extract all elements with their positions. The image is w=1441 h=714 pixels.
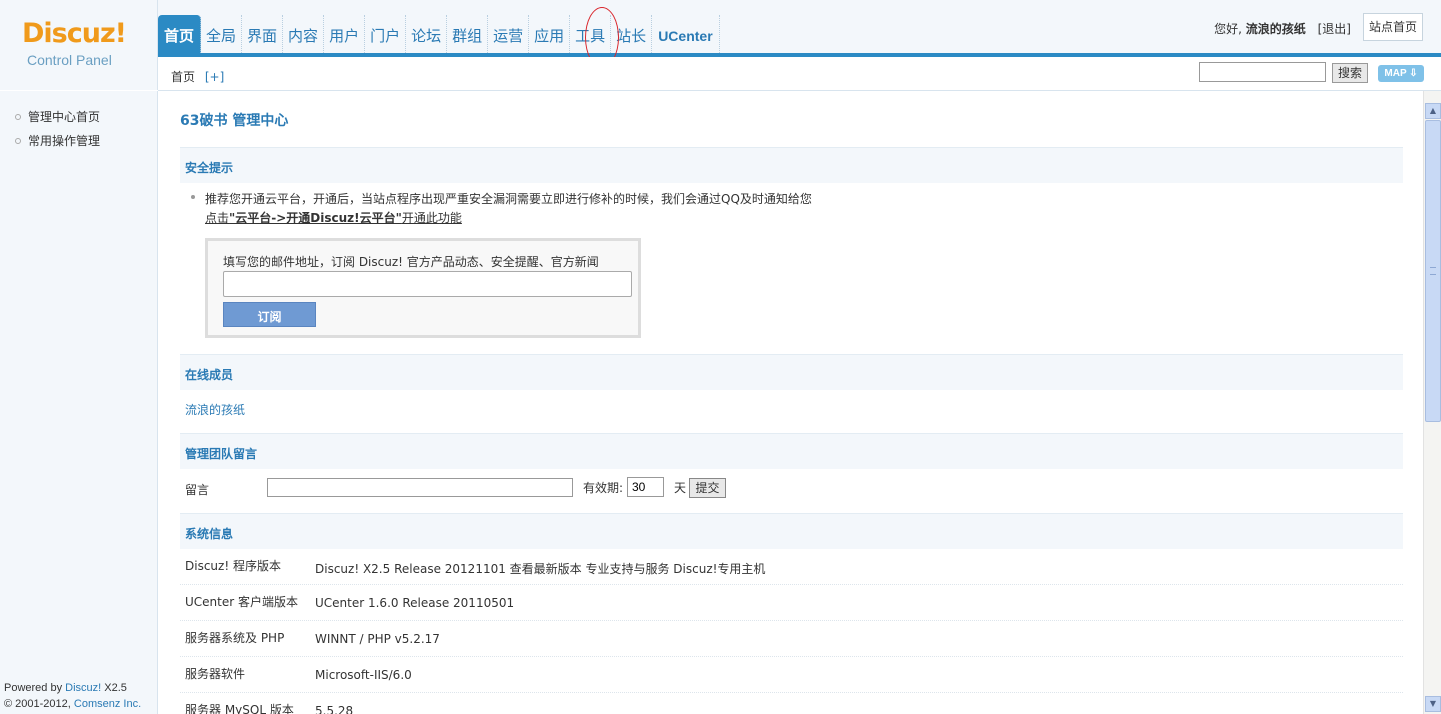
nav-tab-forum[interactable]: 论坛 <box>406 15 448 53</box>
sidebar: 管理中心首页 常用操作管理 Powered by Discuz! X2.5 © … <box>0 91 158 714</box>
scroll-thumb[interactable] <box>1425 120 1441 422</box>
info-key: UCenter 客户端版本 <box>185 595 298 609</box>
section-title: 管理团队留言 <box>185 447 258 461</box>
powered-by: Powered by Discuz! X2.5 © 2001-2012, Com… <box>4 680 141 712</box>
submit-button[interactable]: 提交 <box>689 478 726 498</box>
sub-bar: 首页 [+] 搜索 MAP ⇩ <box>158 57 1441 91</box>
scroll-down-icon[interactable]: ▼ <box>1425 696 1441 712</box>
security-tip: 推荐您开通云平台，开通后，当站点程序出现严重安全漏洞需要立即进行修补的时候，我们… <box>191 190 812 228</box>
online-user-link[interactable]: 流浪的孩纸 <box>185 401 245 418</box>
section-title: 安全提示 <box>185 161 234 175</box>
search-input[interactable] <box>1199 62 1326 82</box>
cloud-platform-link[interactable]: 点击"云平台->开通Discuz!云平台"开通此功能 <box>205 211 462 225</box>
subscribe-box: 填写您的邮件地址，订阅 Discuz! 官方产品动态、安全提醒、官方新闻 订阅 <box>205 238 641 338</box>
main-content: 63破书 管理中心 安全提示 推荐您开通云平台，开通后，当站点程序出现严重安全漏… <box>159 91 1423 714</box>
info-row: 服务器系统及 PHP WINNT / PHP v5.2.17 <box>180 621 1403 657</box>
tip-text: 推荐您开通云平台，开通后，当站点程序出现严重安全漏洞需要立即进行修补的时候，我们… <box>205 192 812 206</box>
nav-tab-interface[interactable]: 界面 <box>242 15 284 53</box>
site-home-button[interactable]: 站点首页 <box>1363 13 1423 41</box>
username: 流浪的孩纸 <box>1245 22 1306 36</box>
link-suffix: 开通此功能 <box>401 211 462 225</box>
info-key: 服务器软件 <box>185 667 246 681</box>
logo-area: Discuz! Control Panel <box>0 0 158 90</box>
page-title: 63破书 管理中心 <box>180 113 289 129</box>
discuz-logo[interactable]: Discuz! <box>22 18 127 49</box>
sidebar-item-label: 常用操作管理 <box>28 134 101 148</box>
header: Discuz! Control Panel 首页 全局 界面 内容 用户 门户 … <box>0 0 1441 91</box>
email-field[interactable] <box>223 271 632 297</box>
logo-subtitle: Control Panel <box>27 52 112 68</box>
nav-tab-users[interactable]: 用户 <box>324 15 366 53</box>
validity-input[interactable] <box>627 477 664 497</box>
bullet-icon <box>15 114 21 120</box>
top-nav-bar: 首页 全局 界面 内容 用户 门户 论坛 群组 运营 应用 工具 站长 UCen… <box>158 0 1441 68</box>
nav-tab-global[interactable]: 全局 <box>201 15 243 53</box>
nav-tab-content[interactable]: 内容 <box>283 15 325 53</box>
team-message-heading: 管理团队留言 <box>180 433 1403 469</box>
info-row: Discuz! 程序版本 Discuz! X2.5 Release 201211… <box>180 549 1403 585</box>
info-key: 服务器 MySQL 版本 <box>185 703 294 714</box>
user-info: 您好, 流浪的孩纸 [退出] <box>1214 20 1351 37</box>
validity-label: 有效期: <box>583 481 624 495</box>
message-input[interactable] <box>267 478 573 497</box>
bullet-icon <box>191 195 195 199</box>
info-value: Discuz! X2.5 Release 20121101 查看最新版本 专业支… <box>315 562 766 576</box>
sidebar-item-label: 管理中心首页 <box>28 110 101 124</box>
security-heading: 安全提示 <box>180 147 1403 183</box>
logout-link[interactable]: [退出] <box>1318 22 1351 36</box>
info-key: Discuz! 程序版本 <box>185 559 281 573</box>
online-heading: 在线成员 <box>180 354 1403 390</box>
sidebar-item-admin-home[interactable]: 管理中心首页 <box>15 108 100 125</box>
bullet-icon <box>15 138 21 144</box>
copyright-prefix: © 2001-2012, <box>4 698 74 710</box>
info-row: 服务器 MySQL 版本 5.5.28 <box>180 693 1403 714</box>
nav-tab-ucenter[interactable]: UCenter <box>652 15 720 53</box>
greeting-text: 您好, <box>1214 22 1242 36</box>
breadcrumb: 首页 [+] <box>171 68 224 85</box>
vertical-scrollbar[interactable]: ▲ ▼ <box>1423 91 1441 714</box>
subscribe-label: 填写您的邮件地址，订阅 Discuz! 官方产品动态、安全提醒、官方新闻 <box>223 255 599 269</box>
powered-prefix: Powered by <box>4 682 66 694</box>
nav-tab-home[interactable]: 首页 <box>158 15 202 53</box>
message-label: 留言 <box>185 483 210 497</box>
grip-icon <box>1430 267 1436 275</box>
add-shortcut-link[interactable]: [+] <box>205 70 224 84</box>
section-title: 系统信息 <box>185 527 234 541</box>
nav-tab-operations[interactable]: 运营 <box>488 15 530 53</box>
nav-tab-apps[interactable]: 应用 <box>529 15 571 53</box>
nav-tab-groups[interactable]: 群组 <box>447 15 489 53</box>
info-value: UCenter 1.6.0 Release 20110501 <box>315 596 515 610</box>
comsenz-link[interactable]: Comsenz Inc. <box>74 698 141 710</box>
subscribe-button[interactable]: 订阅 <box>223 302 316 327</box>
info-value: Microsoft-IIS/6.0 <box>315 668 412 682</box>
main-nav: 首页 全局 界面 内容 用户 门户 论坛 群组 运营 应用 工具 站长 UCen… <box>158 15 720 53</box>
discuz-link[interactable]: Discuz! <box>65 682 101 694</box>
link-prefix: 点击 <box>205 211 230 225</box>
info-value: WINNT / PHP v5.2.17 <box>315 632 440 646</box>
powered-version: X2.5 <box>101 682 127 694</box>
search-button[interactable]: 搜索 <box>1332 63 1368 83</box>
link-bold: "云平台->开通Discuz!云平台" <box>229 211 402 225</box>
system-info-heading: 系统信息 <box>180 513 1403 549</box>
section-title: 在线成员 <box>185 368 234 382</box>
info-key: 服务器系统及 PHP <box>185 631 285 645</box>
breadcrumb-current: 首页 <box>171 70 196 84</box>
sidebar-item-common-ops[interactable]: 常用操作管理 <box>15 132 100 149</box>
info-value: 5.5.28 <box>315 704 354 714</box>
map-button[interactable]: MAP ⇩ <box>1378 65 1424 82</box>
nav-tab-portal[interactable]: 门户 <box>365 15 407 53</box>
day-unit-label: 天 <box>674 481 687 495</box>
info-row: 服务器软件 Microsoft-IIS/6.0 <box>180 657 1403 693</box>
info-row: UCenter 客户端版本 UCenter 1.6.0 Release 2011… <box>180 585 1403 621</box>
scroll-up-icon[interactable]: ▲ <box>1425 103 1441 119</box>
